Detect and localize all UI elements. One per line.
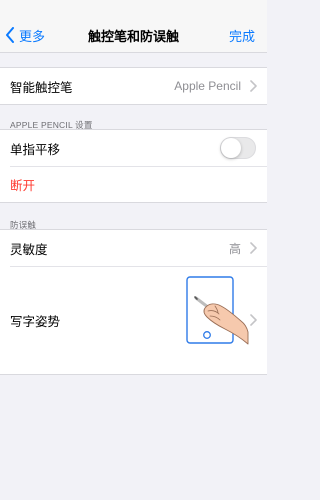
single-finger-pan-row: 单指平移 [0, 130, 267, 166]
stylus-group: 智能触控笔 Apple Pencil [0, 67, 267, 105]
page-title: 触控笔和防误触 [87, 29, 179, 44]
smart-stylus-value: Apple Pencil [174, 79, 241, 93]
hand-pencil-illustration [186, 276, 249, 345]
apple-pencil-group: 单指平移 断开 [0, 129, 267, 203]
smart-stylus-label: 智能触控笔 [10, 80, 73, 95]
disconnect-button[interactable]: 断开 [10, 175, 35, 194]
sensitivity-value: 高 [228, 241, 241, 256]
toggle-knob [221, 138, 241, 158]
mistouch-group: 灵敏度 高 写字姿势 [0, 229, 267, 375]
chevron-right-icon [250, 314, 257, 326]
disconnect-row[interactable]: 断开 [0, 166, 267, 202]
chevron-right-icon [250, 242, 257, 254]
writing-posture-label: 写字姿势 [10, 314, 61, 329]
single-finger-pan-toggle[interactable] [220, 137, 256, 159]
navigation-bar: 更多 触控笔和防误触 完成 [0, 0, 267, 53]
writing-posture-row[interactable]: 写字姿势 [0, 266, 267, 374]
smart-stylus-row[interactable]: 智能触控笔 Apple Pencil [0, 68, 267, 104]
chevron-right-icon [250, 80, 257, 92]
sensitivity-row[interactable]: 灵敏度 高 [0, 230, 267, 266]
single-finger-pan-label: 单指平移 [10, 142, 61, 157]
sensitivity-label: 灵敏度 [10, 242, 48, 257]
done-button[interactable]: 完成 [229, 26, 255, 45]
